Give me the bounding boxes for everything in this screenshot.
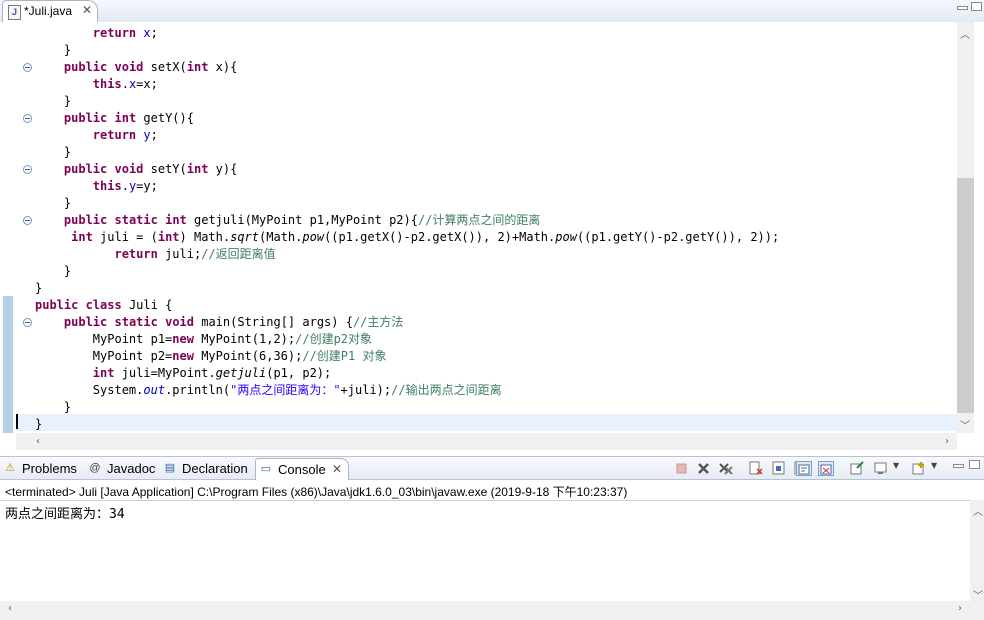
- scroll-lock-icon[interactable]: [771, 461, 787, 476]
- fold-collapse-icon[interactable]: [23, 114, 32, 123]
- code-line[interactable]: }: [35, 280, 42, 297]
- tab-javadoc[interactable]: @ Javadoc: [85, 458, 159, 480]
- console-status-line: <terminated> Juli [Java Application] C:\…: [5, 485, 628, 499]
- tab-declaration-label: Declaration: [182, 461, 248, 476]
- code-line[interactable]: this.x=x;: [35, 76, 158, 93]
- code-editor[interactable]: return x; } public void setX(int x){ thi…: [0, 22, 984, 450]
- code-line[interactable]: System.out.println("两点之间距离为："+juli);//输出…: [35, 382, 502, 399]
- chevron-down-icon[interactable]: ▼: [893, 461, 909, 476]
- declaration-icon: ▤: [164, 462, 176, 474]
- show-on-stdout-icon[interactable]: [796, 461, 812, 476]
- code-line[interactable]: }: [35, 195, 71, 212]
- scroll-right-icon[interactable]: ›: [945, 436, 949, 447]
- code-line[interactable]: public static void main(String[] args) {…: [35, 314, 404, 331]
- scroll-left-icon[interactable]: ‹: [8, 603, 12, 614]
- code-line[interactable]: public class Juli {: [35, 297, 172, 314]
- code-line[interactable]: }: [35, 42, 71, 59]
- tab-console[interactable]: ▭ Console ✕: [255, 458, 349, 480]
- pin-console-icon[interactable]: [849, 461, 865, 476]
- editor-tab-juli-java[interactable]: J *Juli.java ✕: [2, 0, 98, 22]
- code-line[interactable]: this.y=y;: [35, 178, 158, 195]
- editor-scroll-thumb[interactable]: [957, 178, 974, 413]
- close-icon[interactable]: ✕: [82, 3, 92, 17]
- bottom-view-tabs: ⚠ Problems @ Javadoc ▤ Declaration ▭ Con…: [0, 456, 984, 480]
- change-marker: [3, 296, 13, 433]
- code-line[interactable]: }: [35, 399, 71, 416]
- code-line[interactable]: }: [35, 263, 71, 280]
- console-horizontal-scrollbar[interactable]: [0, 601, 984, 620]
- code-line[interactable]: int juli = (int) Math.sqrt(Math.pow((p1.…: [35, 229, 779, 246]
- console-output[interactable]: 两点之间距离为：34: [0, 500, 970, 602]
- code-line[interactable]: }: [35, 144, 71, 161]
- javadoc-icon: @: [89, 462, 101, 474]
- code-line[interactable]: return juli;//返回距离值: [35, 246, 275, 263]
- scroll-up-icon[interactable]: ︿: [960, 26, 970, 41]
- code-line[interactable]: public static int getjuli(MyPoint p1,MyP…: [35, 212, 541, 229]
- current-line-highlight: [16, 414, 957, 431]
- code-line[interactable]: public void setX(int x){: [35, 59, 237, 76]
- code-line[interactable]: int juli=MyPoint.getjuli(p1, p2);: [35, 365, 331, 382]
- show-on-stderr-icon[interactable]: [818, 461, 834, 476]
- maximize-icon[interactable]: [969, 460, 980, 469]
- scroll-right-icon[interactable]: ›: [958, 603, 962, 614]
- tab-problems[interactable]: ⚠ Problems: [0, 458, 84, 480]
- maximize-icon[interactable]: [971, 2, 982, 11]
- minimize-icon[interactable]: [953, 464, 964, 468]
- code-line[interactable]: }: [35, 93, 71, 110]
- tab-console-label: Console: [278, 462, 326, 477]
- close-icon[interactable]: ✕: [332, 462, 342, 476]
- code-line[interactable]: }: [35, 416, 42, 433]
- tab-problems-label: Problems: [22, 461, 77, 476]
- display-console-icon[interactable]: [873, 461, 889, 476]
- code-line[interactable]: MyPoint p1=new MyPoint(1,2);//创建p2对象: [35, 331, 372, 348]
- code-line[interactable]: public int getY(){: [35, 110, 194, 127]
- scroll-up-icon[interactable]: ︿: [973, 503, 983, 518]
- annotation-ruler: [0, 22, 15, 433]
- scroll-down-icon[interactable]: ﹀: [960, 417, 970, 432]
- fold-collapse-icon[interactable]: [23, 216, 32, 225]
- fold-collapse-icon[interactable]: [23, 63, 32, 72]
- java-file-icon: J: [8, 5, 21, 20]
- text-caret: [16, 414, 18, 429]
- tab-javadoc-label: Javadoc: [107, 461, 156, 476]
- remove-launch-icon[interactable]: [696, 461, 712, 476]
- code-line[interactable]: public void setY(int y){: [35, 161, 237, 178]
- editor-tab-bar: J *Juli.java ✕: [0, 0, 984, 23]
- clear-console-icon[interactable]: [748, 461, 764, 476]
- fold-collapse-icon[interactable]: [23, 318, 32, 327]
- scroll-down-icon[interactable]: ﹀: [973, 587, 983, 602]
- terminate-icon[interactable]: [674, 461, 690, 476]
- tab-declaration[interactable]: ▤ Declaration: [160, 458, 254, 480]
- minimize-icon[interactable]: [957, 6, 968, 10]
- open-console-icon[interactable]: [911, 461, 927, 476]
- code-line[interactable]: return y;: [35, 127, 158, 144]
- remove-all-terminated-icon[interactable]: [718, 461, 734, 476]
- chevron-down-icon[interactable]: ▼: [931, 461, 947, 476]
- console-output-line: 两点之间距离为：34: [5, 507, 125, 522]
- scroll-left-icon[interactable]: ‹: [36, 436, 40, 447]
- console-icon: ▭: [260, 463, 272, 475]
- code-line[interactable]: MyPoint p2=new MyPoint(6,36);//创建P1 对象: [35, 348, 387, 365]
- code-line[interactable]: return x;: [35, 25, 158, 42]
- problems-icon: ⚠: [5, 462, 15, 474]
- editor-horizontal-scrollbar[interactable]: [16, 433, 957, 450]
- fold-collapse-icon[interactable]: [23, 165, 32, 174]
- editor-tab-title: *Juli.java: [24, 4, 73, 18]
